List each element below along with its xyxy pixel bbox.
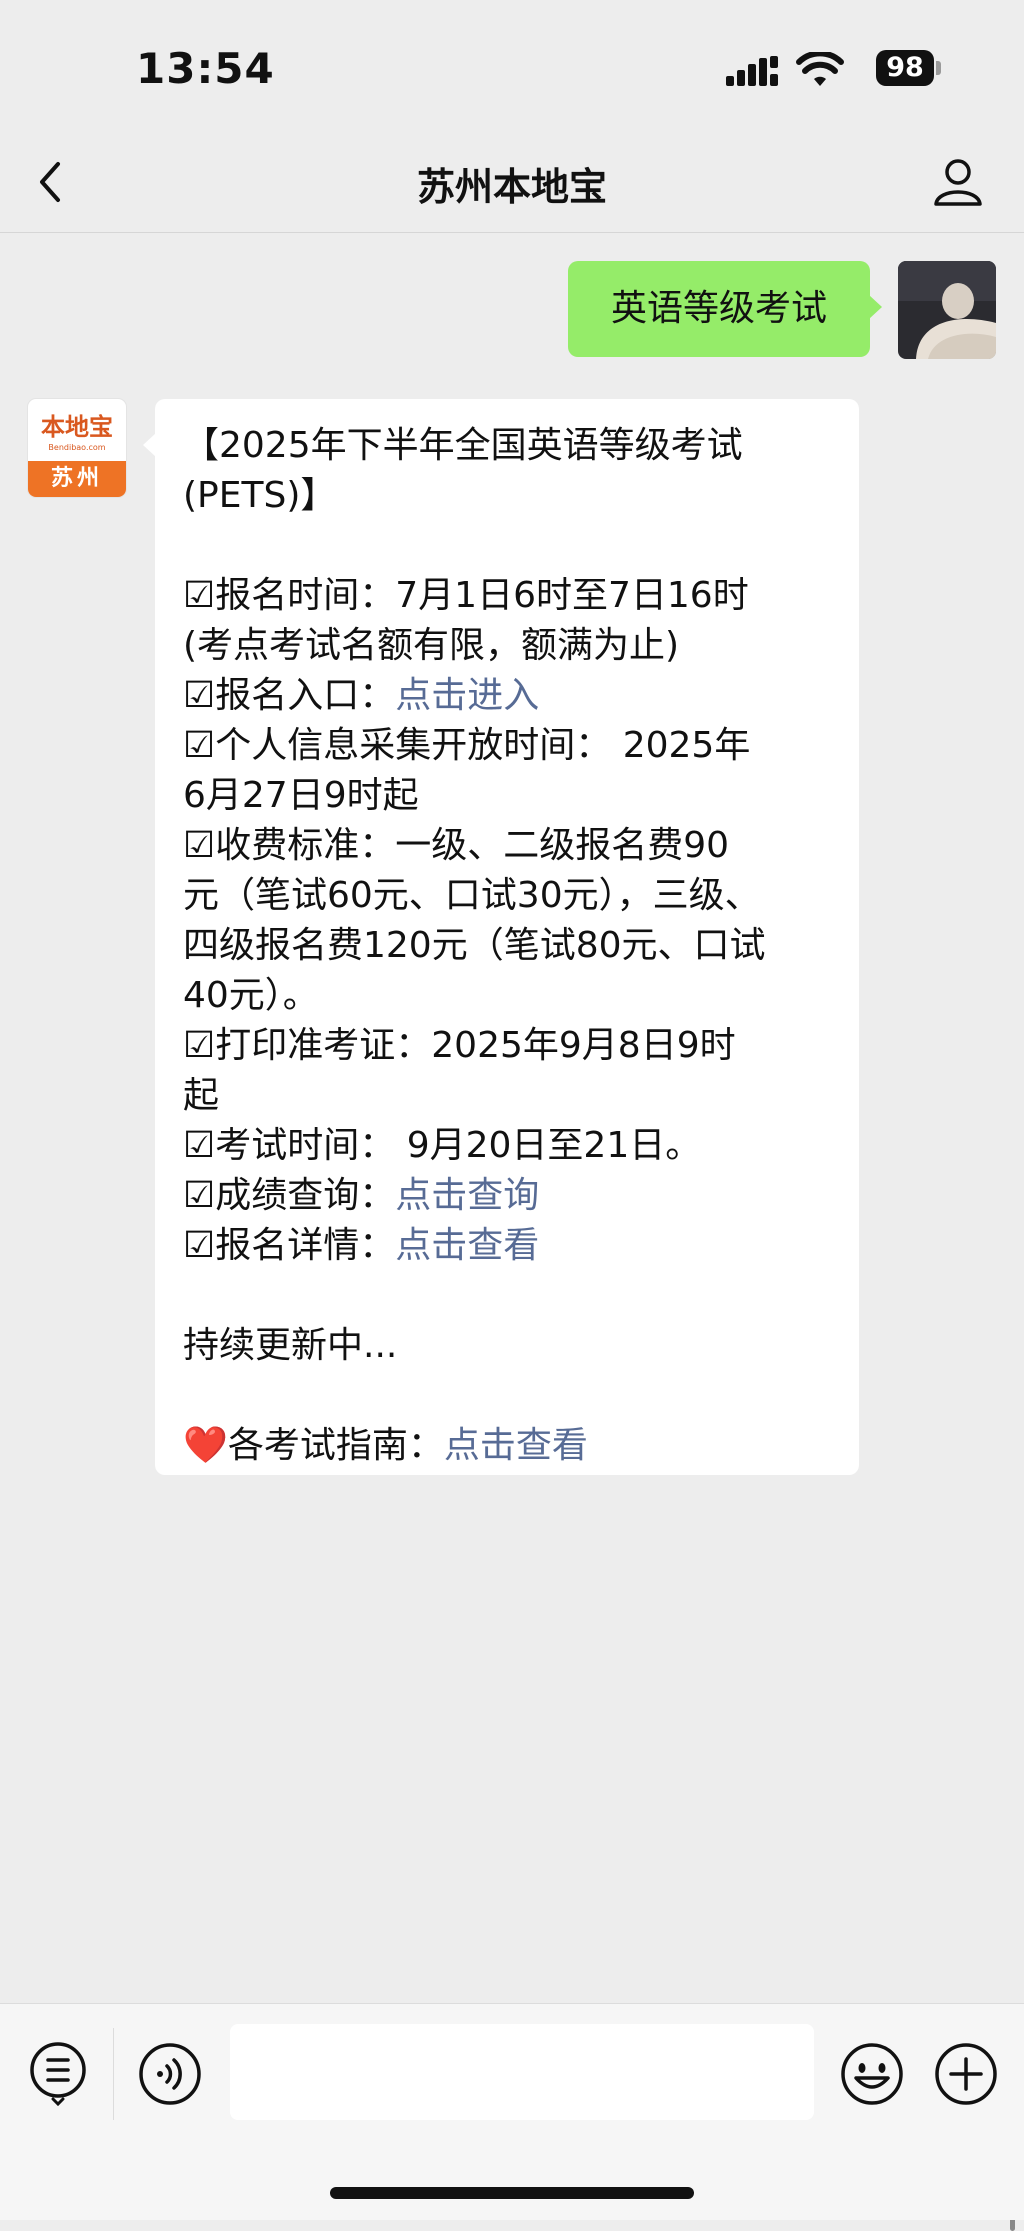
message-line: 起 [183, 1075, 220, 1116]
message-line: ☑打印准考证：2025年9月8日9时 [183, 1025, 736, 1066]
received-message-bubble[interactable]: 【2025年下半年全国英语等级考试 (PETS)】 ☑报名时间：7月1日6时至7… [143, 399, 859, 1475]
message-line: ☑报名入口：点击进入 [183, 675, 540, 716]
cellular-signal-icon [726, 56, 778, 86]
message-line: 四级报名费120元（笔试80元、口试 [183, 925, 766, 966]
message-line: ☑报名详情：点击查看 [183, 1225, 540, 1266]
exam-guide-link[interactable]: 点击查看 [444, 1425, 588, 1466]
input-bar [0, 2003, 1024, 2220]
registration-details-link[interactable]: 点击查看 [395, 1225, 539, 1266]
divider [113, 2028, 114, 2120]
battery-cap [936, 61, 941, 75]
status-time: 13:54 [136, 44, 275, 93]
message-input[interactable] [230, 2024, 814, 2120]
official-account-avatar[interactable]: 本地宝 Bendibao.com 苏州 [28, 399, 126, 497]
menu-list-icon[interactable] [28, 2040, 88, 2106]
wifi-icon [796, 52, 844, 86]
chat-area[interactable]: 英语等级考试 本地宝 Bendibao.com 苏州 【2025年下半年全国英语… [0, 233, 1024, 2231]
logo-url: Bendibao.com [48, 443, 106, 452]
user-avatar[interactable] [898, 261, 996, 359]
message-line: 持续更新中... [183, 1325, 398, 1366]
voice-input-icon[interactable] [138, 2042, 202, 2106]
logo-city: 苏州 [28, 461, 126, 497]
heart-icon: ❤️ [183, 1425, 228, 1466]
message-line: ❤️各考试指南：点击查看 [183, 1425, 588, 1466]
profile-icon[interactable] [930, 154, 986, 210]
battery-indicator: 98 [876, 50, 934, 86]
score-query-link[interactable]: 点击查询 [395, 1175, 539, 1216]
message-line: ☑考试时间： 9月20日至21日。 [183, 1125, 702, 1166]
message-line: ☑报名时间：7月1日6时至7日16时 [183, 575, 749, 616]
message-line: 元（笔试60元、口试30元），三级、 [183, 875, 761, 916]
message-line: 6月27日9时起 [183, 775, 419, 816]
message-line: 【2025年下半年全国英语等级考试 [183, 425, 743, 466]
message-line: (考点考试名额有限，额满为止) [183, 625, 680, 666]
logo-text: 本地宝 [41, 412, 113, 441]
sent-message-bubble[interactable]: 英语等级考试 [568, 261, 882, 357]
user-avatar-photo [898, 261, 996, 359]
home-indicator[interactable] [330, 2187, 694, 2199]
emoji-icon[interactable] [840, 2042, 904, 2106]
chat-title: 苏州本地宝 [416, 165, 607, 209]
message-line: ☑收费标准：一级、二级报名费90 [183, 825, 730, 866]
message-line: (PETS)】 [183, 475, 337, 516]
nav-bar: 苏州本地宝 [0, 130, 1024, 233]
message-line: ☑成绩查询：点击查询 [183, 1175, 540, 1216]
plus-icon[interactable] [934, 2042, 998, 2106]
register-entry-link[interactable]: 点击进入 [395, 675, 539, 716]
status-bar: 13:54 98 [0, 0, 1024, 130]
message-line: ☑个人信息采集开放时间： 2025年 [183, 725, 751, 766]
message-line: 40元）。 [183, 975, 319, 1016]
